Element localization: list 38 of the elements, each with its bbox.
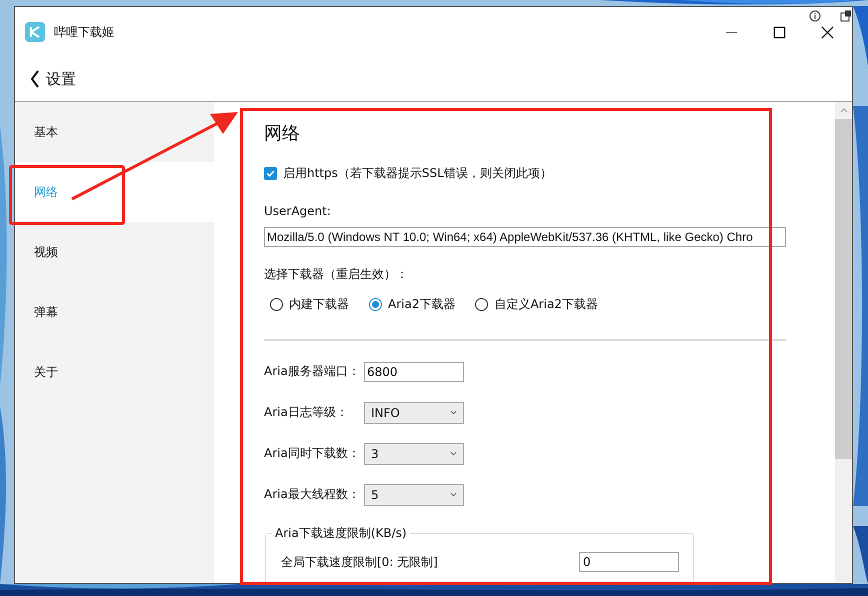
field-label: Aria最大线程数：	[264, 486, 361, 503]
field-label: 选择下载器（重启生效）：	[264, 266, 409, 282]
checkbox-label: 启用https（若下载器提示SSL错误，则关闭此项）	[283, 164, 552, 182]
section-title: 网络	[264, 122, 301, 146]
input-field[interactable]: Mozilla/5.0 (Windows NT 10.0; Win64; x64) AppleWebKit/537.36 (KHTML, like Gecko) Chro	[264, 227, 786, 247]
input-field[interactable]: 6800	[364, 362, 464, 382]
sidebar-item[interactable]: 视频	[15, 222, 214, 282]
input-field[interactable]: 0	[579, 552, 679, 572]
close-icon[interactable]	[821, 26, 834, 38]
dropdown[interactable]: 5	[364, 484, 464, 506]
checkbox[interactable]	[264, 166, 277, 180]
caret-icon	[450, 492, 457, 497]
chevron-icon	[30, 70, 40, 88]
field-label: Aria服务器端口：	[264, 363, 361, 380]
radio-button[interactable]	[475, 298, 488, 310]
field-label: 全局下载速度限制[0: 无限制]	[281, 554, 438, 570]
group-title: Aria下载速度限制(KB/s)	[272, 525, 410, 542]
radio-button[interactable]	[369, 298, 382, 310]
radio-label: 内建下载器	[289, 296, 349, 312]
back-button[interactable]: 设置	[30, 70, 76, 88]
radio-label: 自定义Aria2下载器	[494, 296, 598, 312]
caret-icon	[450, 410, 457, 415]
maximize-icon[interactable]	[773, 26, 786, 38]
dropdown[interactable]: INFO	[364, 402, 464, 424]
app-logo-icon	[25, 22, 45, 42]
field-label: Aria日志等级：	[264, 404, 349, 421]
radio-label: Aria2下载器	[388, 296, 456, 312]
field-label: UserAgent:	[264, 203, 332, 219]
radio-button[interactable]	[270, 298, 283, 310]
sidebar-item[interactable]: 基本	[15, 102, 214, 162]
field-label: Aria同时下载数：	[264, 445, 361, 462]
caret-icon	[450, 451, 457, 456]
window-title: 哔哩下载姬	[54, 24, 114, 40]
scrollbar-thumb[interactable]	[835, 119, 852, 459]
scrollbar[interactable]	[835, 102, 852, 583]
dropdown[interactable]: 3	[364, 442, 464, 464]
sidebar-item[interactable]: 关于	[15, 342, 214, 402]
sidebar-item[interactable]: 弹幕	[15, 282, 214, 342]
